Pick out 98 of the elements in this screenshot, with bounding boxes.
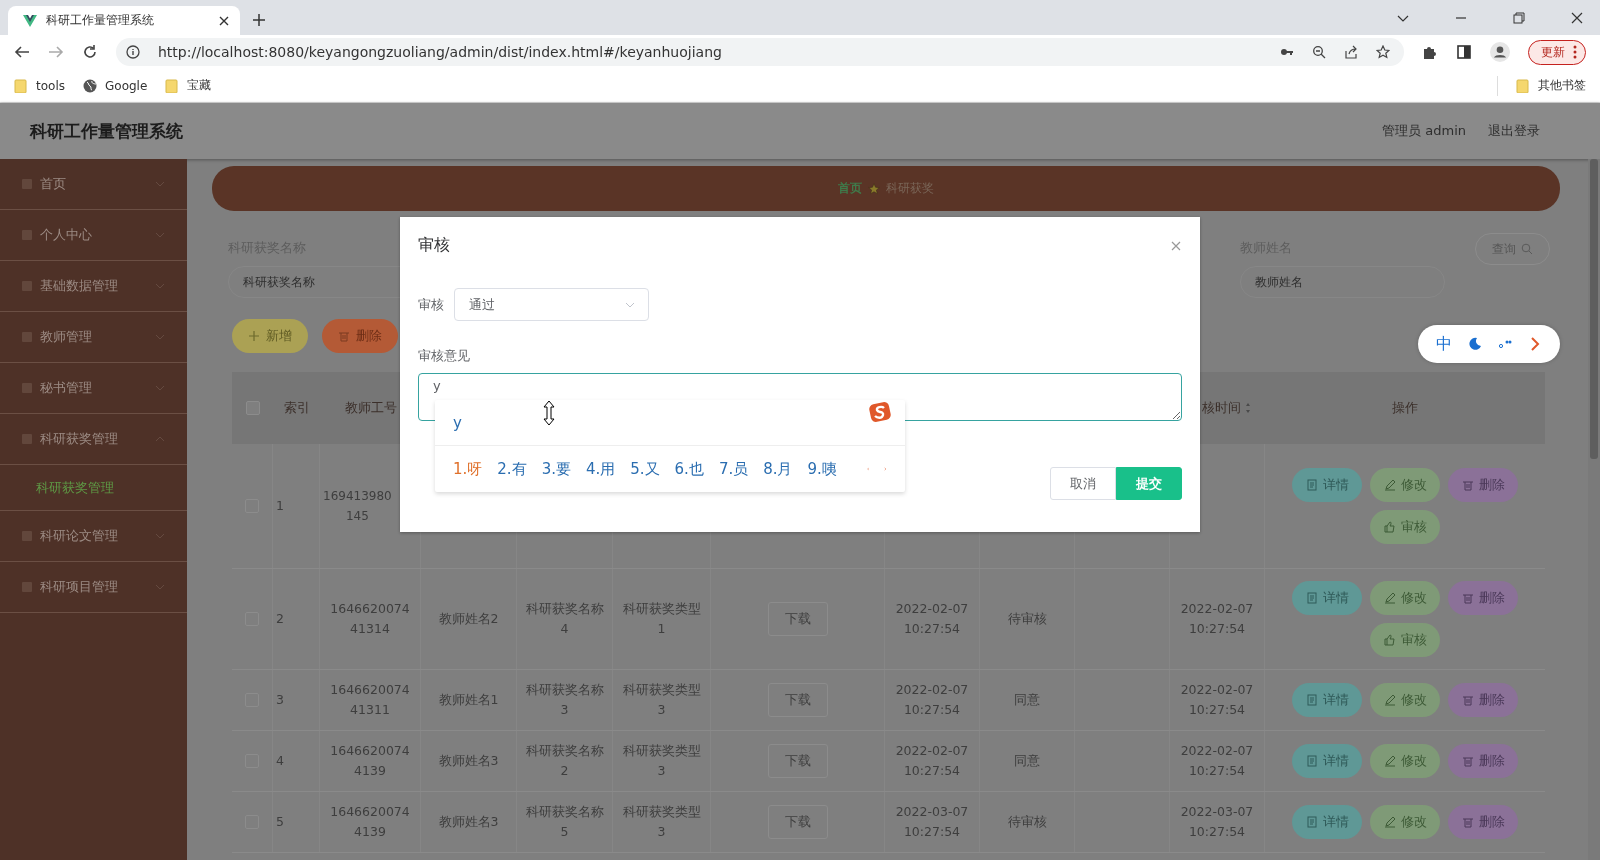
table-cell-text: 2022-02-07 10:27:54 — [1180, 681, 1254, 719]
table-cell-text: 1646620074 41314 — [330, 600, 410, 638]
bookmark[interactable]: Google — [83, 78, 148, 93]
table-cell-text: 2022-02-07 10:27:54 — [895, 681, 969, 719]
bookmark[interactable]: 宝藏 — [165, 77, 212, 94]
delete-button[interactable]: 删除 — [1448, 468, 1518, 502]
tab-title: 科研工作量管理系统 — [46, 12, 155, 29]
detail-button[interactable]: 详情 — [1292, 468, 1362, 502]
review-button[interactable]: 审核 — [1370, 510, 1440, 544]
edit-button[interactable]: 修改 — [1370, 744, 1440, 778]
table-cell-text: 同意 — [1014, 691, 1040, 709]
download-button[interactable]: 下载 — [767, 602, 828, 636]
ime-candidate[interactable]: 4.用 — [585, 459, 616, 479]
table-cell-text: 科研获奖名称 5 — [525, 803, 604, 841]
edit-button[interactable]: 修改 — [1370, 683, 1440, 717]
bookmark[interactable]: tools — [14, 78, 65, 93]
delete-button[interactable]: 删除 — [1448, 805, 1518, 839]
ime-candidate[interactable]: 8.月 — [763, 459, 793, 479]
table-cell-text: 1646620074 41311 — [330, 681, 410, 719]
sidebar-item[interactable]: 个人中心 — [0, 210, 187, 261]
table-cell-text: 2022-03-07 10:27:54 — [895, 803, 969, 841]
detail-button[interactable]: 详情 — [1292, 805, 1362, 839]
table-cell-text: 教师姓名3 — [438, 813, 499, 831]
table-cell-text: 待审核 — [1007, 813, 1047, 831]
table-cell-text: 科研获奖类型 3 — [622, 742, 701, 780]
table-cell-text: 科研获奖名称 3 — [525, 681, 604, 719]
column-header: 教师工号 — [344, 399, 397, 417]
submit-button[interactable]: 提交 — [1116, 467, 1182, 500]
sidebar-item[interactable]: 科研项目管理 — [0, 562, 187, 613]
table-cell-text: 科研获奖名称 2 — [525, 742, 604, 780]
table-cell-text: 待审核 — [1007, 610, 1047, 628]
table-cell-text: 2022-02-07 10:27:54 — [1180, 600, 1254, 638]
table-cell-text: 科研获奖类型 3 — [622, 681, 701, 719]
download-button[interactable]: 下载 — [767, 805, 828, 839]
ime-candidate[interactable]: 3.要 — [541, 459, 571, 479]
table-cell-text: 1 — [276, 497, 284, 515]
sidebar-item[interactable]: 首页 — [0, 159, 187, 210]
column-header: 核时间 — [1202, 399, 1241, 417]
ime-candidate[interactable]: 9.咦 — [807, 459, 837, 479]
browser-tab[interactable]: 科研工作量管理系统 — [8, 6, 240, 35]
search-field[interactable]: 教师姓名 — [1240, 266, 1445, 298]
column-header: 操作 — [1392, 399, 1418, 417]
table-cell-text: 教师姓名1 — [438, 691, 499, 709]
ime-candidate[interactable]: 7.员 — [718, 459, 749, 479]
table-cell-text: 5 — [276, 813, 284, 831]
sidebar-item[interactable]: 教师管理 — [0, 312, 187, 363]
review-button[interactable]: 审核 — [1370, 623, 1440, 657]
app-title: 科研工作量管理系统 — [30, 119, 183, 143]
ime-candidate[interactable]: 5.又 — [630, 459, 660, 479]
detail-button[interactable]: 详情 — [1292, 683, 1362, 717]
table-cell-text: 同意 — [1014, 752, 1040, 770]
ime-mode-toggle[interactable]: 中 — [1436, 333, 1452, 355]
table-cell-text: 2022-02-07 10:27:54 — [1180, 742, 1254, 780]
sidebar-item[interactable]: 基础数据管理 — [0, 261, 187, 312]
ime-candidate[interactable]: 6.也 — [674, 459, 704, 479]
bookmark[interactable]: 其他书签 — [1516, 77, 1586, 94]
edit-button[interactable]: 修改 — [1370, 805, 1440, 839]
delete-button[interactable]: 删除 — [322, 319, 398, 353]
detail-button[interactable]: 详情 — [1292, 744, 1362, 778]
table-cell-text: 2022-02-07 10:27:54 — [895, 600, 969, 638]
sidebar-item[interactable]: 秘书管理 — [0, 363, 187, 414]
table-cell-text: 科研获奖类型 3 — [622, 803, 701, 841]
table-cell-text: 科研获奖名称 4 — [525, 600, 604, 638]
table-cell-text: 教师姓名2 — [438, 610, 499, 628]
field-label: 审核意见 — [418, 347, 470, 365]
table-cell-text: 科研获奖类型 1 — [622, 600, 701, 638]
delete-button[interactable]: 删除 — [1448, 683, 1518, 717]
delete-button[interactable]: 删除 — [1448, 581, 1518, 615]
sidebar-item[interactable]: 科研论文管理 — [0, 511, 187, 562]
table-cell-text: 169413980 145 — [323, 488, 392, 525]
logout-link[interactable]: 退出登录 — [1488, 122, 1540, 140]
table-cell-text: 2022-03-07 10:27:54 — [1180, 803, 1254, 841]
edit-button[interactable]: 修改 — [1370, 581, 1440, 615]
table-cell-text: 3 — [276, 691, 284, 709]
detail-button[interactable]: 详情 — [1292, 581, 1362, 615]
breadcrumb-link[interactable]: 首页 — [838, 180, 862, 197]
ime-candidate[interactable]: 1.呀 — [453, 459, 483, 479]
download-button[interactable]: 下载 — [767, 744, 828, 778]
table-cell-text: 2022-02-07 10:27:54 — [895, 742, 969, 780]
delete-button[interactable]: 删除 — [1448, 744, 1518, 778]
update-button[interactable]: 更新 — [1528, 39, 1586, 65]
table-cell-text: 2 — [276, 610, 284, 628]
table-cell-text: 1646620074 4139 — [330, 742, 410, 780]
sidebar-subitem[interactable]: 科研获奖管理 — [0, 465, 187, 511]
download-button[interactable]: 下载 — [767, 683, 828, 717]
review-select[interactable]: 通过 — [454, 288, 649, 321]
user-label: 管理员 admin — [1382, 122, 1466, 140]
table-cell-text: 教师姓名3 — [438, 752, 499, 770]
field-label: 审核 — [418, 295, 444, 314]
add-button[interactable]: 新增 — [232, 319, 308, 353]
edit-button[interactable]: 修改 — [1370, 468, 1440, 502]
table-cell-text: 1646620074 4139 — [330, 803, 410, 841]
ime-candidate[interactable]: 2.有 — [497, 459, 527, 479]
table-cell-text: 4 — [276, 752, 284, 770]
sidebar-item[interactable]: 科研获奖管理 — [0, 414, 187, 465]
cancel-button[interactable]: 取消 — [1050, 467, 1116, 500]
dialog-title: 审核 — [418, 235, 450, 256]
column-header: 索引 — [283, 399, 310, 417]
